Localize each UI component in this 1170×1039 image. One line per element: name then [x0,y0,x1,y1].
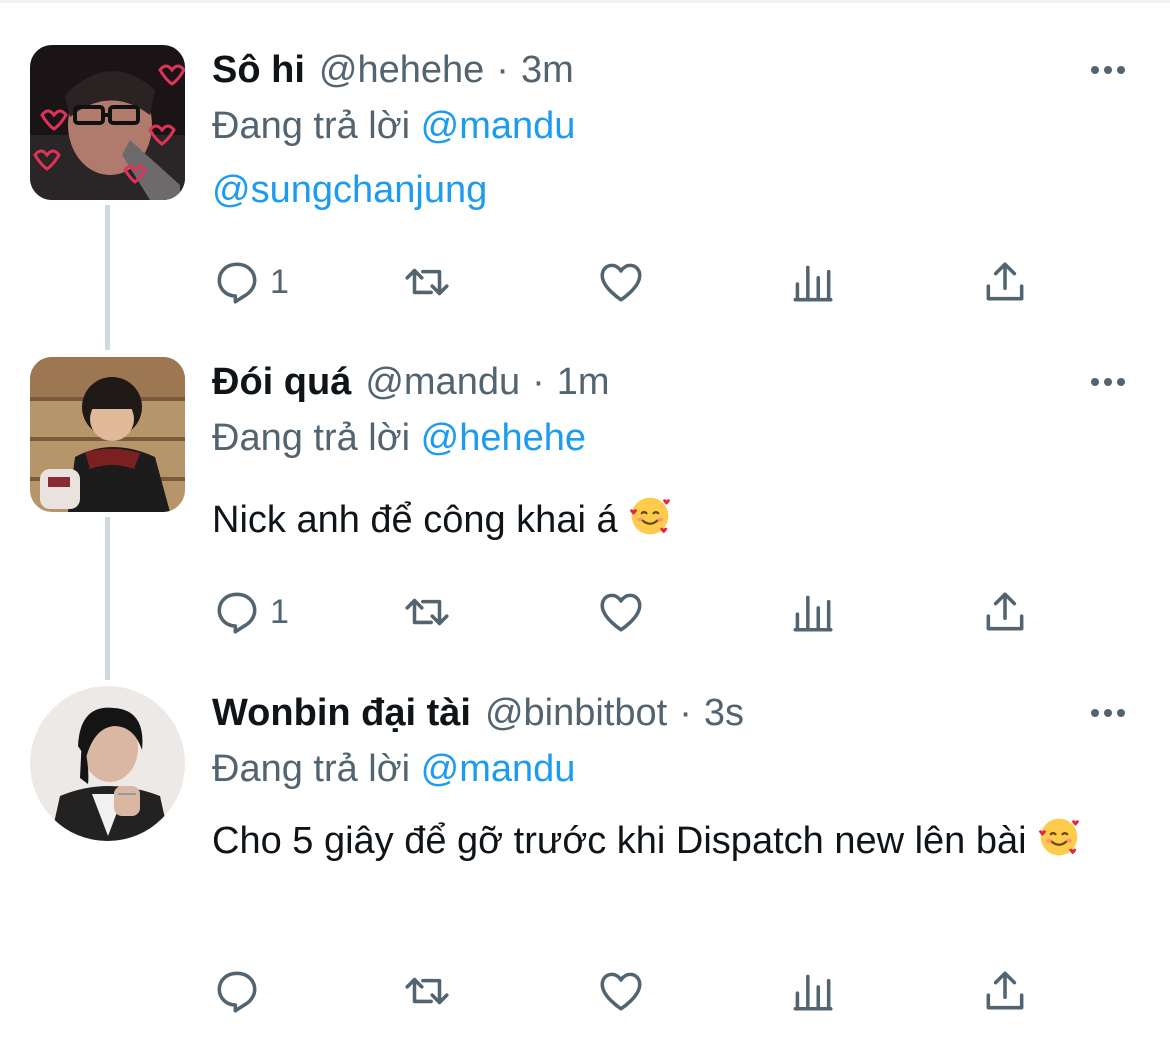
like-button[interactable] [596,582,646,642]
more-options-icon[interactable] [1086,691,1130,735]
more-options-icon[interactable] [1086,360,1130,404]
display-name[interactable]: Wonbin đại tài [212,685,471,741]
tweet-text-body: Cho 5 giây để gỡ trước khi Dispatch new … [212,820,1027,862]
avatar-image [30,45,185,200]
display-name[interactable]: Sô hi [212,42,305,98]
reply-mention-link[interactable]: @hehehe [421,417,586,459]
tweet-text[interactable]: @sungchanjung [212,158,1130,222]
tweet-text-body: Nick anh để công khai á [212,499,618,541]
share-button[interactable] [980,961,1030,1021]
replying-to: Đang trả lời @mandu [212,741,1130,797]
heart-icon [600,263,642,302]
retweet-icon [405,268,449,296]
tweet-content: Sô hi @hehehe · 3m Đang trả lời @mandu @… [212,42,1130,222]
share-button[interactable] [980,582,1030,642]
reply-prefix: Đang trả lời [212,417,411,459]
analytics-icon [793,974,833,1011]
separator: · [532,361,545,403]
heart-icon [600,972,642,1011]
reply-icon [217,262,257,304]
retweet-icon [405,598,449,626]
reply-button[interactable] [212,961,270,1021]
action-bar [212,961,1032,1021]
tweet[interactable]: Sô hi @hehehe · 3m Đang trả lời @mandu @… [0,0,1170,340]
reply-button[interactable]: 1 [212,582,289,642]
avatar[interactable] [30,45,185,200]
heart-icon [600,593,642,632]
analytics-button[interactable] [787,961,837,1021]
analytics-button[interactable] [787,252,837,312]
tweet-content: Wonbin đại tài @binbitbot · 3s Đang trả … [212,685,1130,875]
separator: · [679,692,692,734]
reply-count: 1 [270,592,289,631]
username[interactable]: @binbitbot [485,685,667,741]
avatar[interactable] [30,686,185,841]
replying-to: Đang trả lời @hehehe [212,410,1130,466]
timestamp[interactable]: 3m [521,42,574,98]
analytics-icon [793,595,833,632]
smiling-face-with-hearts-icon [629,497,671,535]
analytics-button[interactable] [787,582,837,642]
reply-icon [217,592,257,634]
smiling-face-with-hearts-icon [1038,818,1080,856]
tweet-text: Nick anh để công khai á [212,488,1130,552]
timestamp[interactable]: 3s [704,685,744,741]
reply-prefix: Đang trả lời [212,748,411,790]
retweet-icon [405,977,449,1005]
mention-link[interactable]: @sungchanjung [212,169,487,211]
tweet-header: Sô hi @hehehe · 3m [212,42,1130,98]
tweet[interactable]: Đói quá @mandu · 1m Đang trả lời @hehehe… [0,340,1170,675]
reply-mention-link[interactable]: @mandu [421,748,576,790]
separator: · [496,49,509,91]
reply-button[interactable]: 1 [212,252,289,312]
like-button[interactable] [596,961,646,1021]
share-icon [986,971,1024,1010]
retweet-button[interactable] [402,582,452,642]
avatar[interactable] [30,357,185,512]
avatar-image [30,357,185,512]
reply-count: 1 [270,262,289,301]
tweet-header: Wonbin đại tài @binbitbot · 3s [212,685,1130,741]
replying-to: Đang trả lời @mandu [212,98,1130,154]
display-name[interactable]: Đói quá [212,354,351,410]
more-options-icon[interactable] [1086,48,1130,92]
like-button[interactable] [596,252,646,312]
analytics-icon [793,265,833,302]
tweet[interactable]: Wonbin đại tài @binbitbot · 3s Đang trả … [0,675,1170,1039]
reply-mention-link[interactable]: @mandu [421,105,576,147]
username[interactable]: @hehehe [319,42,484,98]
tweet-header: Đói quá @mandu · 1m [212,354,1130,410]
reply-icon [217,971,257,1013]
tweet-text: Cho 5 giây để gỡ trước khi Dispatch new … [212,807,1092,875]
avatar-image [30,686,185,841]
tweet-content: Đói quá @mandu · 1m Đang trả lời @hehehe… [212,354,1130,552]
share-icon [986,262,1024,301]
timestamp[interactable]: 1m [557,354,610,410]
tweet-thread: Sô hi @hehehe · 3m Đang trả lời @mandu @… [0,0,1170,1039]
username[interactable]: @mandu [365,354,520,410]
retweet-button[interactable] [402,961,452,1021]
action-bar: 1 [212,252,1032,312]
share-icon [986,592,1024,631]
retweet-button[interactable] [402,252,452,312]
reply-prefix: Đang trả lời [212,105,411,147]
action-bar: 1 [212,582,1032,642]
share-button[interactable] [980,252,1030,312]
